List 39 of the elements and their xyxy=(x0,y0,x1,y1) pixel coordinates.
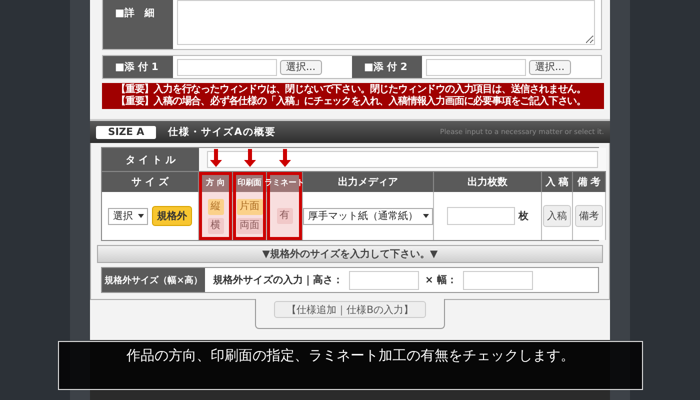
field-label: 規格外サイズ（幅×高） xyxy=(102,268,205,292)
height-field[interactable] xyxy=(349,270,419,290)
unit-label: 枚 xyxy=(518,210,528,223)
select-file-button[interactable]: 選択... xyxy=(280,60,322,74)
height-label: 規格外サイズの入力｜高さ： xyxy=(213,273,343,287)
select-file-button[interactable]: 選択... xyxy=(529,60,571,74)
notice-text: 【重要】入力を行なったウィンドウは、閉じないで下さい。閉じたウィンドウの入力項目は、送信されません。 xyxy=(116,84,588,96)
size-badge: SIZE A xyxy=(96,126,156,138)
column-header: 入 稿 xyxy=(542,172,573,192)
media-select[interactable]: 厚手マット紙（通常紙） xyxy=(303,208,433,224)
column-header: 備 考 xyxy=(573,172,606,192)
column-header: 出力メディア xyxy=(303,172,434,192)
custom-size-button[interactable]: 規格外 xyxy=(152,206,192,226)
width-field[interactable] xyxy=(462,270,533,290)
column-header: 方 向 xyxy=(199,172,233,192)
option-toggle[interactable]: 両面 xyxy=(236,218,262,234)
row-button[interactable]: 備考 xyxy=(575,205,603,227)
size-select[interactable]: 選択 xyxy=(108,208,148,224)
column-header: サ イ ズ xyxy=(102,172,199,192)
option-toggle[interactable]: 横 xyxy=(208,218,224,234)
title-field[interactable] xyxy=(207,151,598,168)
caption-text: 作品の方向、印刷面の指定、ラミネート加工の有無をチェックします。 xyxy=(126,347,574,365)
field-label: ■添 付 2 xyxy=(352,56,422,78)
field-label: ■詳 細 xyxy=(103,0,173,49)
file-field[interactable] xyxy=(426,58,526,76)
option-toggle[interactable]: 有 xyxy=(276,208,292,224)
row-button[interactable]: 入稿 xyxy=(543,205,571,227)
quantity-field[interactable] xyxy=(446,207,514,225)
column-header: 出力枚数 xyxy=(434,172,542,192)
section-title: 仕様・サイズAの概要 xyxy=(168,126,276,139)
column-header: ラミネート xyxy=(267,172,303,192)
field-label: タ イ ト ル xyxy=(102,148,199,172)
file-field[interactable] xyxy=(177,58,277,76)
custom-size-bar[interactable]: ▼規格外のサイズを入力して下さい。▼ xyxy=(97,245,603,263)
field-label: ■添 付 1 xyxy=(103,56,173,78)
width-label: × 幅： xyxy=(425,274,457,287)
notice-text: 【重要】入稿の場合、必ず各仕様の「入稿」にチェックを入れ、入稿情報入力画面に必要事項をご記入下さい。 xyxy=(116,96,588,108)
detail-textarea[interactable] xyxy=(177,0,595,45)
add-spec-button[interactable]: 【仕様追加｜仕様Bの入力】 xyxy=(274,301,426,318)
